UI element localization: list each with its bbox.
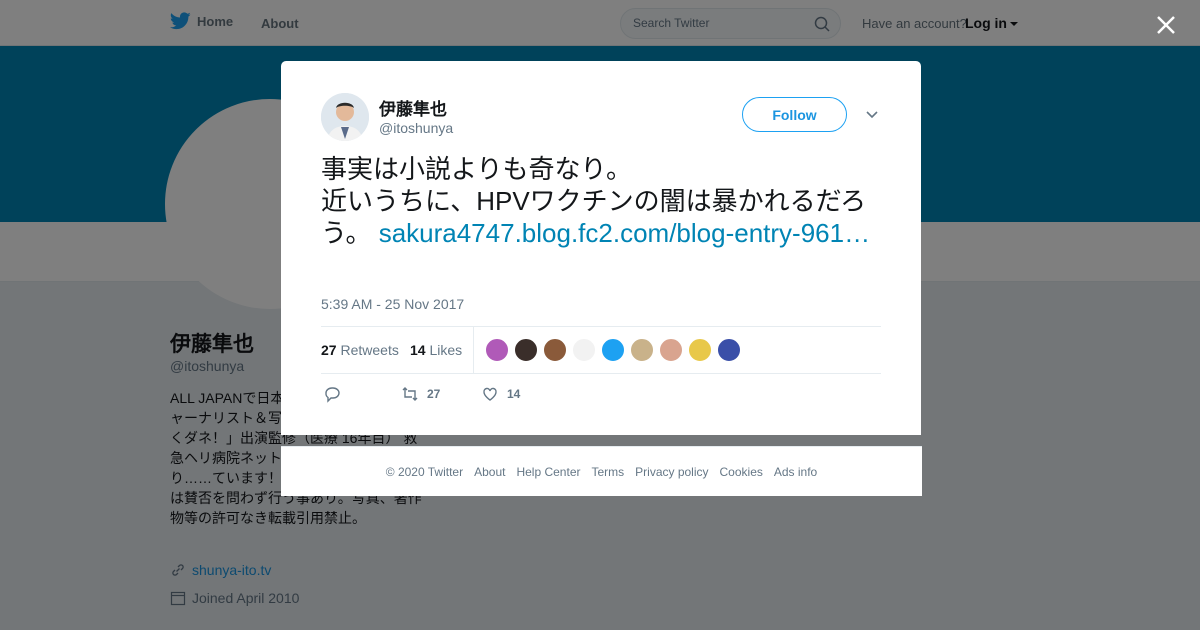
retweet-button[interactable]: 27 — [401, 385, 440, 403]
likes-label: Likes — [429, 342, 463, 358]
footer-privacy[interactable]: Privacy policy — [635, 465, 708, 479]
author-avatar[interactable] — [321, 93, 369, 141]
liker-avatar[interactable] — [630, 338, 654, 362]
liker-avatar[interactable] — [514, 338, 538, 362]
follow-button[interactable]: Follow — [742, 97, 847, 132]
stats-divider — [473, 327, 474, 373]
footer-about[interactable]: About — [474, 465, 505, 479]
liker-avatar[interactable] — [659, 338, 683, 362]
footer-terms[interactable]: Terms — [591, 465, 624, 479]
liker-avatar[interactable] — [688, 338, 712, 362]
tweet-timestamp[interactable]: 5:39 AM - 25 Nov 2017 — [321, 296, 464, 312]
reply-button[interactable] — [323, 385, 341, 403]
tweet-text-line: 近いうちに、HPVワクチンの闇は暴かれるだろう。 sakura4747.blog… — [321, 185, 881, 249]
like-button[interactable]: 14 — [481, 385, 520, 403]
liker-avatar[interactable] — [572, 338, 596, 362]
likes-stat[interactable]: 14 Likes — [410, 342, 462, 358]
liker-avatar[interactable] — [717, 338, 741, 362]
tweet-actions: 27 14 — [321, 385, 621, 407]
liker-avatar[interactable] — [601, 338, 625, 362]
retweet-count: 27 — [427, 387, 441, 401]
heart-icon — [483, 387, 497, 401]
close-icon[interactable] — [1154, 13, 1178, 37]
retweet-icon — [402, 387, 418, 401]
tweet-text-line: 事実は小説よりも奇なり。 — [321, 154, 632, 184]
retweets-stat[interactable]: 27 Retweets — [321, 342, 399, 358]
footer-cookies[interactable]: Cookies — [720, 465, 763, 479]
modal-footer: © 2020 Twitter About Help Center Terms P… — [281, 446, 922, 496]
chevron-down-icon[interactable] — [865, 109, 879, 119]
author-avatar-image — [321, 93, 369, 141]
tweet-link[interactable]: sakura4747.blog.fc2.com/blog-entry-961… — [379, 218, 870, 248]
footer-ads-info[interactable]: Ads info — [774, 465, 817, 479]
liker-avatars — [485, 338, 741, 362]
retweets-count: 27 — [321, 342, 337, 358]
tweet-text: 事実は小説よりも奇なり。 近いうちに、HPVワクチンの闇は暴かれるだろう。 sa… — [321, 153, 881, 249]
footer-copyright: © 2020 Twitter — [385, 464, 464, 479]
tweet-modal: 伊藤隼也 @itoshunya Follow 事実は小説よりも奇なり。 近いうち… — [281, 61, 921, 435]
like-count: 14 — [507, 387, 521, 401]
liker-avatar[interactable] — [485, 338, 509, 362]
author-handle[interactable]: @itoshunya — [379, 120, 453, 136]
footer-help-center[interactable]: Help Center — [516, 465, 580, 479]
author-name[interactable]: 伊藤隼也 — [379, 95, 447, 120]
retweets-label: Retweets — [340, 342, 399, 358]
likes-count: 14 — [410, 342, 426, 358]
liker-avatar[interactable] — [543, 338, 567, 362]
tweet-stats: 27 Retweets 14 Likes — [321, 326, 881, 374]
reply-icon — [325, 387, 340, 403]
